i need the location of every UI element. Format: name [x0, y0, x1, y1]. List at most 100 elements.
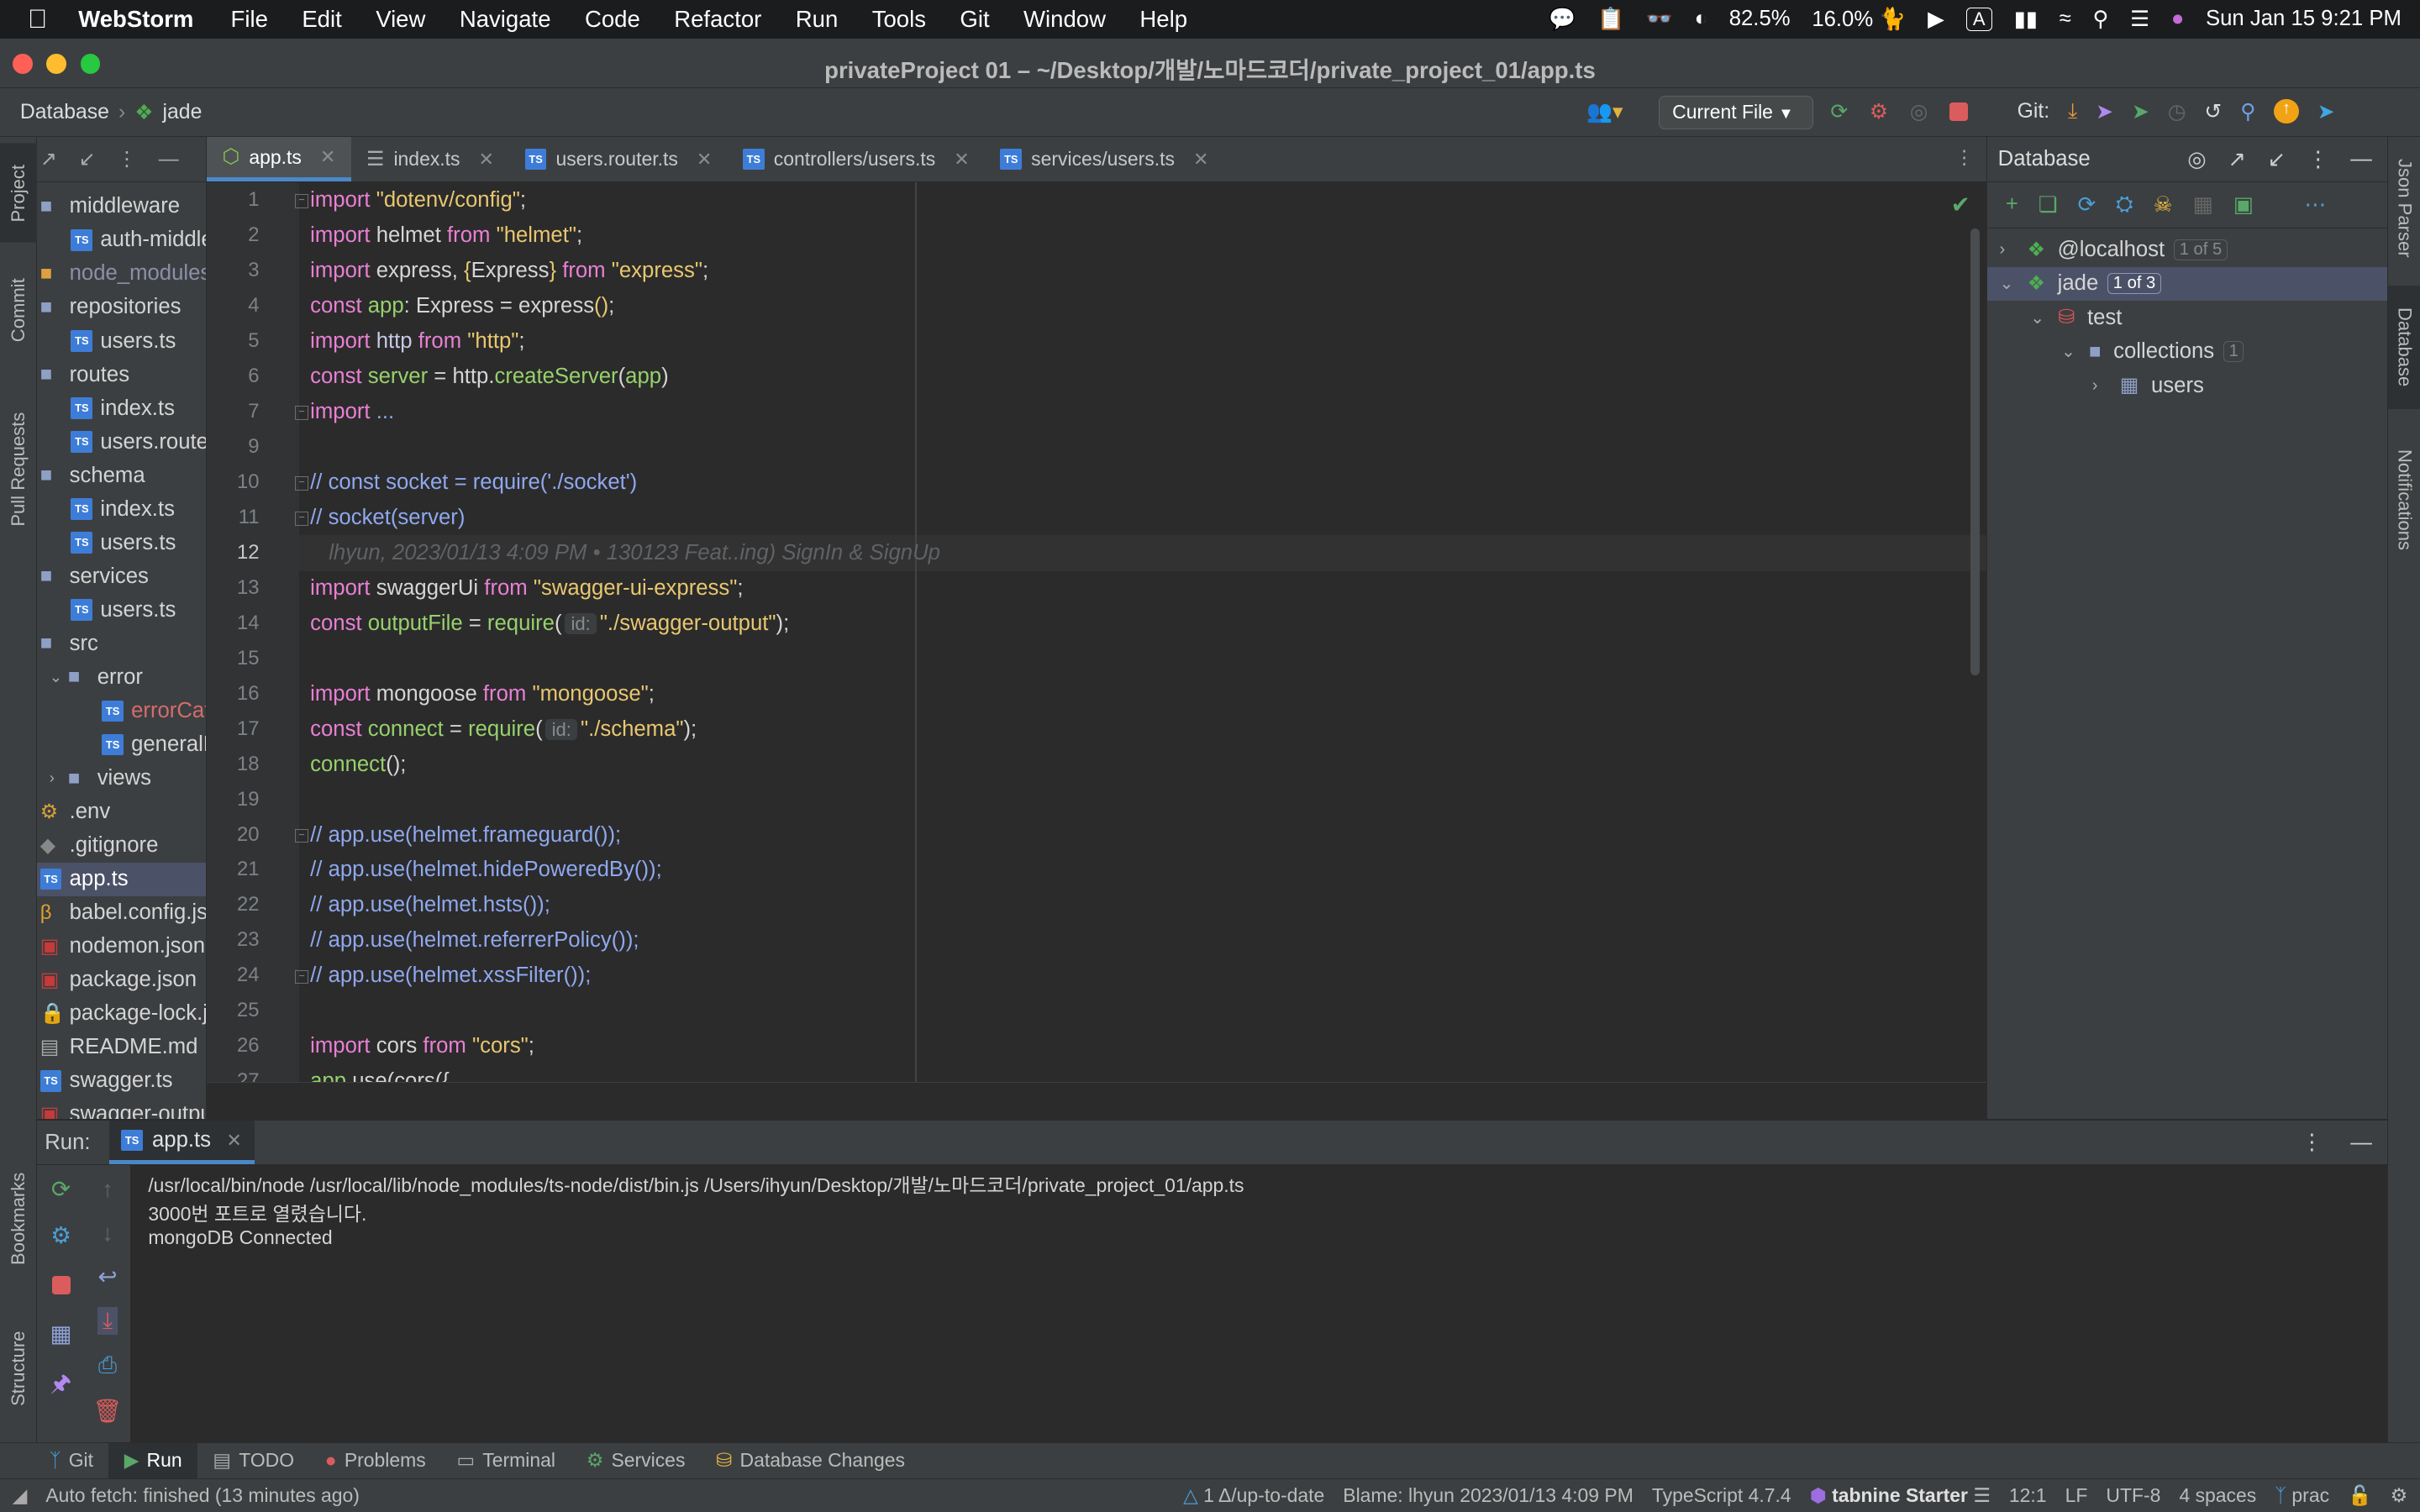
caret-position[interactable]: 12:1 [2009, 1484, 2047, 1507]
menu-tools[interactable]: Tools [872, 6, 926, 33]
tree-item[interactable]: ▣ package.json [37, 963, 206, 997]
play-icon[interactable]: ▶ [1928, 7, 1944, 32]
close-icon[interactable]: ✕ [226, 1130, 241, 1152]
tab-index-ts[interactable]: ☰ index.ts ✕ [351, 137, 510, 181]
menu-help[interactable]: Help [1139, 6, 1187, 33]
file-encoding[interactable]: UTF-8 [2106, 1484, 2160, 1507]
tool-tab-pull-requests[interactable]: Pull Requests [0, 392, 37, 547]
clock[interactable]: Sun Jan 15 9:21 PM [2206, 7, 2402, 31]
clear-icon[interactable]: 🗑 [93, 1397, 123, 1425]
tree-item[interactable]: TS errorCatcher.ts [37, 694, 206, 727]
coverage-icon[interactable]: ◎ [1910, 99, 1928, 124]
refresh-icon[interactable]: ⟳ [2078, 192, 2096, 218]
input-source[interactable]: A [1965, 7, 1992, 31]
rerun-icon[interactable]: ⟳ [51, 1176, 71, 1203]
more-options-icon[interactable]: ⋮ [2307, 147, 2329, 172]
menu-refactor[interactable]: Refactor [674, 6, 761, 33]
scroll-to-end-icon[interactable]: ⤓ [97, 1307, 118, 1336]
control-center-icon[interactable]: ☰ [2130, 7, 2149, 32]
fold-icon[interactable]: − [294, 828, 309, 843]
db-tree-item[interactable]: ⌄ ⛁ test [1987, 301, 2388, 334]
fold-icon[interactable]: − [294, 476, 309, 491]
hide-panel-icon[interactable]: — [2350, 1131, 2372, 1155]
run-console[interactable]: /usr/local/bin/node /usr/local/lib/node_… [131, 1164, 2388, 1443]
fold-icon[interactable]: − [294, 194, 309, 208]
editor-scrollbar[interactable] [1970, 228, 1981, 676]
git-update-icon[interactable]: ⤓ [2068, 100, 2077, 123]
tabnine-widget[interactable]: ⬢ tabnine Starter ☰ [1810, 1484, 1991, 1507]
tree-item[interactable]: TS index.ts [37, 391, 206, 425]
breadcrumb-jade[interactable]: jade [163, 101, 203, 124]
readonly-lock-icon[interactable]: 🔓 [2348, 1484, 2372, 1507]
cpu-stat[interactable]: 16.0% 🐈 [1812, 7, 1906, 32]
close-icon[interactable]: ✕ [320, 146, 335, 168]
tool-window-git[interactable]: ᛉ Git [34, 1443, 108, 1478]
glasses-icon[interactable]: 👓 [1646, 7, 1673, 32]
db-tree-item[interactable]: ⌄ ❖ jade 1 of 3 [1986, 266, 2388, 302]
collapse-icon[interactable]: ↙ [78, 147, 95, 171]
tree-item[interactable]: ■ repositories [37, 291, 206, 324]
chat-icon[interactable]: 💬 [1549, 7, 1576, 32]
tree-item[interactable]: ■ routes [37, 358, 206, 391]
db-tree-item[interactable]: ⌄ ■ collections 1 [1987, 335, 2388, 369]
tree-item[interactable]: TS app.ts [37, 862, 207, 896]
chevron-down-icon[interactable]: ⌄ [2030, 307, 2058, 328]
tool-window-todo[interactable]: ▤ TODO [197, 1443, 309, 1478]
tool-window-terminal[interactable]: ▭ Terminal [441, 1443, 571, 1478]
tool-tab-bookmarks[interactable]: Bookmarks [0, 1152, 37, 1285]
menu-run[interactable]: Run [796, 6, 839, 33]
tree-item[interactable]: TS users.ts [37, 324, 206, 358]
tree-item[interactable]: TS users.ts [37, 526, 206, 559]
chevron-right-icon[interactable]: › [50, 769, 68, 787]
db-tree-item[interactable]: › ❖ @localhost 1 of 5 [1987, 233, 2388, 266]
table-view-icon[interactable]: ▦ [2192, 192, 2212, 218]
tree-item[interactable]: ▤ README.md [37, 1031, 206, 1064]
hide-panel-icon[interactable]: — [159, 148, 179, 171]
chevron-right-icon[interactable]: › [2000, 240, 2028, 260]
tree-item[interactable]: TS users.ts [37, 593, 206, 627]
stop-icon[interactable] [1949, 102, 1969, 121]
tree-item[interactable]: ■ schema [37, 459, 206, 492]
tool-window-services[interactable]: ⚙ Services [571, 1443, 700, 1478]
layout-icon[interactable]: ▦ [50, 1320, 72, 1347]
menu-git[interactable]: Git [960, 6, 989, 33]
tool-tab-notifications[interactable]: Notifications [2388, 430, 2420, 569]
tab-controllers-users-ts[interactable]: TS controllers/users.ts ✕ [728, 137, 985, 181]
tree-item[interactable]: TS index.ts [37, 492, 206, 526]
tool-tab-commit[interactable]: Commit [0, 264, 37, 356]
tool-window-database-changes[interactable]: ⛁ Database Changes [701, 1443, 921, 1478]
tree-item[interactable]: ▣ nodemon.json [37, 930, 206, 963]
git-push-icon[interactable]: ➤ [2132, 99, 2149, 124]
line-separator[interactable]: LF [2065, 1484, 2088, 1507]
rollback-icon[interactable]: ↺ [2204, 99, 2222, 124]
tree-item[interactable]: ■ node_modules [37, 257, 206, 291]
fold-icon[interactable]: − [294, 406, 309, 420]
tool-tab-project[interactable]: Project [0, 143, 38, 243]
expand-icon[interactable]: ↗ [40, 147, 57, 171]
notifications-icon[interactable]: ⚙ [2391, 1484, 2408, 1507]
blame-info[interactable]: Blame: lhyun 2023/01/13 4:09 PM [1343, 1484, 1634, 1507]
git-commit-icon[interactable]: ➤ [2096, 99, 2113, 124]
tree-item[interactable]: ▣ swagger-output.json [37, 1098, 206, 1118]
db-tree-item[interactable]: › ▦ users [1987, 369, 2388, 402]
tree-item[interactable]: ■ middleware [37, 190, 206, 223]
breadcrumb-database[interactable]: Database [20, 101, 109, 124]
rerun-icon[interactable]: ⟳ [1830, 99, 1848, 124]
menu-edit[interactable]: Edit [302, 6, 341, 33]
search-everywhere-icon[interactable]: ⚲ [2240, 99, 2255, 124]
fold-icon[interactable]: − [294, 969, 309, 984]
tree-item[interactable]: TS generalErrorHandler.ts [37, 727, 206, 761]
print-icon[interactable]: ⎙ [98, 1352, 117, 1379]
spotlight-search-icon[interactable]: ⚲ [2092, 7, 2108, 32]
close-icon[interactable]: ✕ [1193, 149, 1208, 171]
up-arrow-icon[interactable]: ↑ [102, 1176, 113, 1203]
tab-options-icon[interactable]: ⋮ [1954, 146, 1974, 169]
circle-icon[interactable]: ◐ [1694, 7, 1707, 31]
git-history-icon[interactable]: ◷ [2168, 99, 2186, 124]
chevron-down-icon[interactable]: ⌄ [2000, 273, 2028, 294]
tree-item[interactable]: ⚙ .env [37, 795, 206, 828]
tab-app-ts[interactable]: ⬡ app.ts ✕ [207, 136, 351, 182]
console-icon[interactable]: ▣ [2233, 192, 2254, 218]
tool-window-run[interactable]: ▶ Run [108, 1442, 197, 1479]
language-version[interactable]: TypeScript 4.7.4 [1652, 1484, 1791, 1507]
